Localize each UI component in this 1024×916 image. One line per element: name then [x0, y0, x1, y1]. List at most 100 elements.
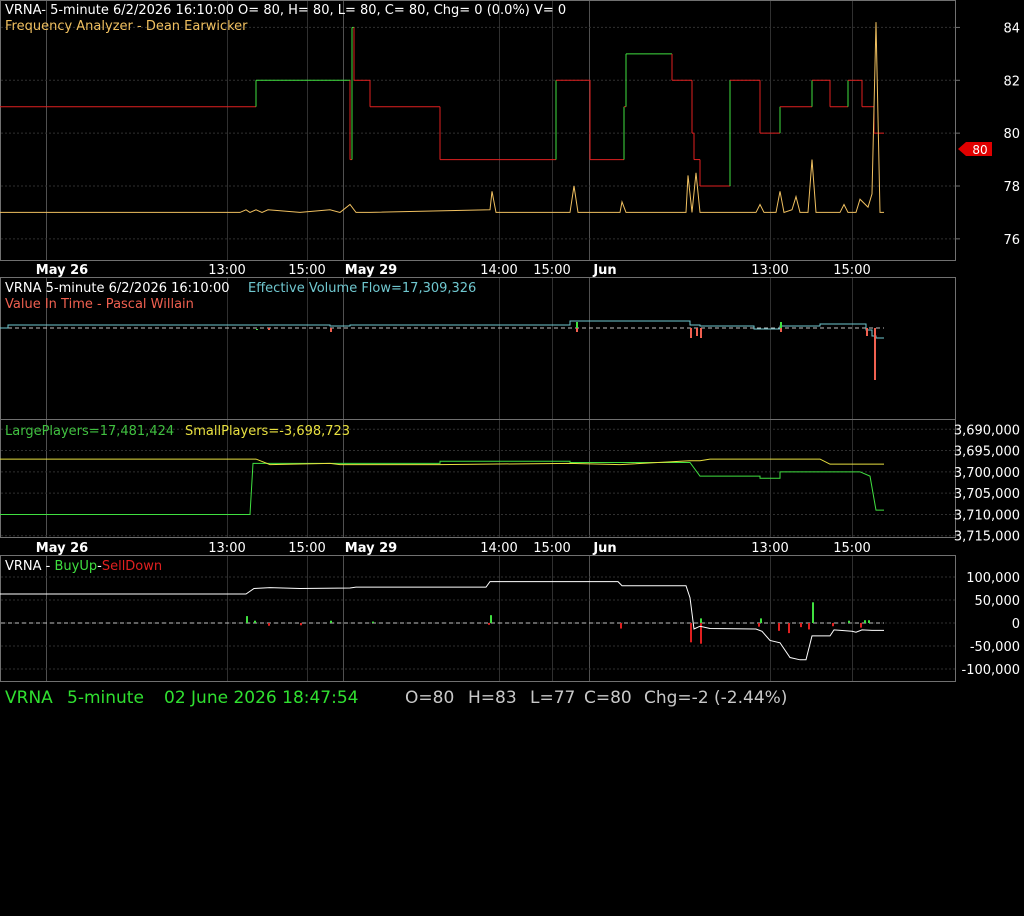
status-open: O=80 — [405, 688, 455, 708]
time-tick-label: 14:00 — [480, 263, 517, 278]
time-tick-label: 13:00 — [208, 541, 245, 556]
time-tick-label: 13:00 — [751, 541, 788, 556]
time-tick-label: May 26 — [36, 541, 88, 556]
price-tick-label: 76 — [1003, 233, 1020, 248]
time-axis-top: May 26 13:00 15:00 May 29 14:00 15:00 Jun 13:00… — [36, 263, 871, 278]
players-plot — [0, 458, 884, 515]
selldown-bar — [860, 623, 862, 628]
price-tick-label: 80 — [1003, 127, 1020, 142]
buyup-bar — [700, 618, 702, 623]
time-tick-label: May 26 — [36, 263, 88, 278]
buysell-tick-label: 0 — [1012, 617, 1020, 632]
vit-bar — [780, 328, 782, 332]
svg-text:80: 80 — [972, 143, 987, 157]
large-players-label: LargePlayers=17,481,424 — [5, 424, 174, 439]
vertical-gridlines — [46, 1, 853, 681]
status-low: L=77 — [530, 688, 576, 708]
vit-bar — [576, 322, 578, 328]
vit-bar — [690, 328, 692, 338]
buyup-bar — [490, 615, 492, 623]
vit-bar — [256, 329, 258, 330]
players-tick-label: 3,715,000 — [954, 530, 1020, 545]
buyup-bar — [760, 618, 762, 623]
time-tick-label: 13:00 — [751, 263, 788, 278]
last-price-tag: 80 — [958, 142, 992, 157]
vit-bar — [696, 328, 698, 336]
time-tick-label: 15:00 — [288, 541, 325, 556]
selldown-bar — [488, 623, 490, 625]
time-tick-label: Jun — [592, 541, 616, 556]
status-high: H=83 — [468, 688, 517, 708]
selldown-bar — [690, 623, 692, 643]
vit-bar — [330, 328, 332, 332]
buysell-tick-label: 50,000 — [975, 594, 1021, 609]
buysell-tick-label: -100,000 — [962, 663, 1020, 678]
buyup-bar — [330, 620, 332, 623]
price-plot — [0, 22, 884, 214]
time-tick-label: 14:00 — [480, 541, 517, 556]
vit-bar — [700, 328, 702, 338]
players-tick-label: 3,695,000 — [954, 445, 1020, 460]
selldown-bar — [808, 623, 810, 630]
vit-bar — [780, 322, 782, 328]
time-tick-label: 15:00 — [288, 263, 325, 278]
time-tick-label: Jun — [592, 263, 616, 278]
status-datetime: 02 June 2026 18:47:54 — [164, 688, 359, 708]
small-players-label: SmallPlayers=-3,698,723 — [185, 424, 350, 439]
selldown-bar — [300, 623, 302, 626]
status-symbol: VRNA — [5, 688, 53, 708]
price-tick-label: 78 — [1003, 180, 1020, 195]
selldown-bar — [758, 623, 760, 627]
selldown-bar — [778, 623, 780, 631]
selldown-bar — [788, 623, 790, 634]
vit-bar — [576, 328, 578, 332]
evf-value: Effective Volume Flow=17,309,326 — [248, 281, 476, 296]
selldown-bar — [620, 623, 622, 629]
buysell-tick-label: 100,000 — [966, 571, 1020, 586]
selldown-bar — [268, 623, 270, 626]
small-players-line — [0, 458, 884, 466]
price-tick-label: 82 — [1003, 74, 1020, 89]
price-panel-frame — [0, 0, 956, 261]
time-tick-label: 13:00 — [208, 263, 245, 278]
chart-area: May 26 13:00 15:00 May 29 14:00 15:00 Jun 13:00… — [0, 0, 1020, 682]
buysell-header: VRNA - BuyUp-SellDown — [5, 559, 162, 574]
status-change: Chg=-2 (-2.44%) — [644, 688, 788, 708]
buyup-bar — [864, 620, 866, 623]
evf-header: VRNA 5-minute 6/2/2026 16:10:00 — [5, 281, 230, 296]
players-tick-label: 3,690,000 — [954, 423, 1020, 438]
time-tick-label: 15:00 — [533, 541, 570, 556]
players-tick-label: 3,710,000 — [954, 508, 1020, 523]
players-tick-label: 3,700,000 — [954, 466, 1020, 481]
buysell-total-line — [0, 581, 884, 661]
y-axes: 84 82 80 78 76 3,690,000 3,695,000 3,700,000 3,7… — [954, 21, 1020, 678]
status-bar: VRNA 5-minute 02 June 2026 18:47:54 O=80… — [0, 682, 1024, 720]
selldown-bar — [832, 623, 834, 627]
status-close: C=80 — [584, 688, 632, 708]
buyup-bar — [868, 620, 870, 623]
price-header: VRNA- 5-minute 6/2/2026 16:10:00 O= 80, … — [5, 3, 566, 18]
evf-line — [0, 320, 884, 339]
selldown-bar — [800, 623, 802, 628]
large-players-line — [0, 460, 884, 515]
status-interval: 5-minute — [67, 688, 144, 708]
buyup-bar — [848, 620, 850, 623]
time-tick-label: 15:00 — [833, 263, 870, 278]
players-tick-label: 3,705,000 — [954, 487, 1020, 502]
time-tick-label: 15:00 — [833, 541, 870, 556]
value-in-time-label: Value In Time - Pascal Willain — [5, 297, 194, 312]
buyup-bar — [812, 602, 814, 623]
vit-bar — [866, 328, 868, 336]
time-tick-label: 15:00 — [533, 263, 570, 278]
buysell-tick-label: -50,000 — [970, 640, 1020, 655]
vit-bar — [874, 328, 876, 380]
buyup-bar — [254, 620, 256, 623]
time-axis-bottom: May 26 13:00 15:00 May 29 14:00 15:00 Jun 13:00… — [36, 541, 871, 556]
buyup-bar — [246, 616, 248, 623]
time-tick-label: May 29 — [345, 541, 397, 556]
buysell-plot — [0, 581, 884, 661]
evf-plot — [0, 320, 884, 380]
buyup-bar — [372, 621, 374, 623]
frequency-line — [0, 22, 884, 214]
time-tick-label: May 29 — [345, 263, 397, 278]
